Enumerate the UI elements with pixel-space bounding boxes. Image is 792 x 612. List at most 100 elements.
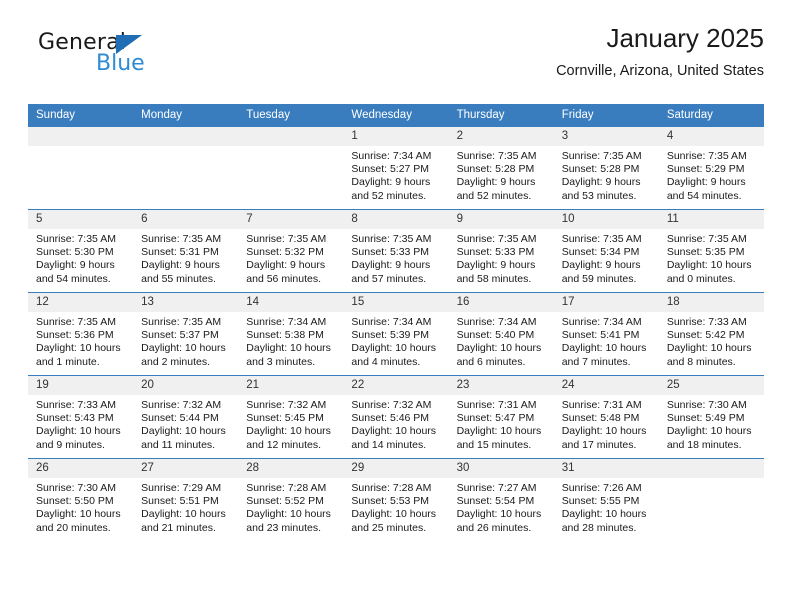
day-cell[interactable]: 23 Sunrise: 7:31 AM Sunset: 5:47 PM Dayl… bbox=[448, 375, 554, 459]
weekday-header-wednesday: Wednesday bbox=[343, 104, 449, 127]
daylight-text-line1: Daylight: 10 hours bbox=[561, 342, 647, 355]
day-cell[interactable]: 11 Sunrise: 7:35 AM Sunset: 5:35 PM Dayl… bbox=[658, 209, 764, 293]
day-number: 8 bbox=[343, 210, 449, 229]
daylight-text-line1: Daylight: 10 hours bbox=[246, 342, 331, 355]
day-cell[interactable]: 5 Sunrise: 7:35 AM Sunset: 5:30 PM Dayli… bbox=[28, 209, 134, 293]
day-number: 17 bbox=[553, 293, 659, 312]
weekday-header-friday: Friday bbox=[553, 104, 659, 127]
day-number: 26 bbox=[28, 459, 134, 478]
daylight-text-line1: Daylight: 9 hours bbox=[456, 259, 536, 272]
day-number: 30 bbox=[448, 459, 554, 478]
day-number: 16 bbox=[448, 293, 554, 312]
day-cell[interactable]: 1 Sunrise: 7:34 AM Sunset: 5:27 PM Dayli… bbox=[343, 126, 449, 210]
day-cell bbox=[133, 126, 239, 210]
general-blue-logo[interactable]: General Blue bbox=[38, 30, 238, 86]
day-cell[interactable]: 30 Sunrise: 7:27 AM Sunset: 5:54 PM Dayl… bbox=[448, 458, 554, 541]
sunset-text: Sunset: 5:53 PM bbox=[351, 495, 430, 508]
sunset-text: Sunset: 5:29 PM bbox=[666, 163, 745, 176]
day-number bbox=[658, 459, 764, 478]
daylight-text-line1: Daylight: 9 hours bbox=[561, 176, 641, 189]
day-cell[interactable]: 24 Sunrise: 7:31 AM Sunset: 5:48 PM Dayl… bbox=[553, 375, 659, 459]
day-cell[interactable]: 8 Sunrise: 7:35 AM Sunset: 5:33 PM Dayli… bbox=[343, 209, 449, 293]
day-details: Sunrise: 7:32 AM Sunset: 5:44 PM Dayligh… bbox=[133, 395, 238, 452]
day-cell[interactable]: 6 Sunrise: 7:35 AM Sunset: 5:31 PM Dayli… bbox=[133, 209, 239, 293]
day-number: 4 bbox=[658, 127, 764, 146]
sunrise-text: Sunrise: 7:31 AM bbox=[456, 399, 537, 411]
daylight-text-line2: and 56 minutes. bbox=[246, 272, 321, 285]
day-details: Sunrise: 7:30 AM Sunset: 5:49 PM Dayligh… bbox=[659, 395, 764, 452]
day-cell[interactable]: 7 Sunrise: 7:35 AM Sunset: 5:32 PM Dayli… bbox=[238, 209, 344, 293]
day-cell[interactable]: 15 Sunrise: 7:34 AM Sunset: 5:39 PM Dayl… bbox=[343, 292, 449, 376]
sunrise-text: Sunrise: 7:28 AM bbox=[351, 482, 432, 494]
sunset-text: Sunset: 5:36 PM bbox=[36, 329, 114, 342]
day-cell[interactable]: 4 Sunrise: 7:35 AM Sunset: 5:29 PM Dayli… bbox=[658, 126, 764, 210]
sunset-text: Sunset: 5:54 PM bbox=[456, 495, 535, 508]
day-cell[interactable]: 29 Sunrise: 7:28 AM Sunset: 5:53 PM Dayl… bbox=[343, 458, 449, 541]
day-cell[interactable]: 20 Sunrise: 7:32 AM Sunset: 5:44 PM Dayl… bbox=[133, 375, 239, 459]
day-cell[interactable]: 31 Sunrise: 7:26 AM Sunset: 5:55 PM Dayl… bbox=[553, 458, 659, 541]
day-number: 18 bbox=[658, 293, 764, 312]
daylight-text-line1: Daylight: 9 hours bbox=[561, 259, 641, 272]
day-cell[interactable]: 3 Sunrise: 7:35 AM Sunset: 5:28 PM Dayli… bbox=[553, 126, 659, 210]
daylight-text-line1: Daylight: 10 hours bbox=[141, 425, 226, 438]
day-cell[interactable]: 12 Sunrise: 7:35 AM Sunset: 5:36 PM Dayl… bbox=[28, 292, 134, 376]
day-number: 14 bbox=[238, 293, 344, 312]
daylight-text-line2: and 15 minutes. bbox=[456, 438, 532, 451]
daylight-text-line2: and 23 minutes. bbox=[246, 521, 321, 534]
day-details: Sunrise: 7:35 AM Sunset: 5:33 PM Dayligh… bbox=[449, 229, 554, 286]
calendar-week-row: 1 Sunrise: 7:34 AM Sunset: 5:27 PM Dayli… bbox=[28, 126, 764, 210]
daylight-text-line1: Daylight: 9 hours bbox=[246, 259, 326, 272]
sunset-text: Sunset: 5:31 PM bbox=[141, 246, 219, 259]
sunrise-text: Sunrise: 7:32 AM bbox=[351, 399, 432, 411]
day-cell[interactable]: 10 Sunrise: 7:35 AM Sunset: 5:34 PM Dayl… bbox=[553, 209, 659, 293]
sunrise-text: Sunrise: 7:34 AM bbox=[456, 316, 537, 328]
day-cell[interactable]: 22 Sunrise: 7:32 AM Sunset: 5:46 PM Dayl… bbox=[343, 375, 449, 459]
sunrise-text: Sunrise: 7:35 AM bbox=[246, 233, 327, 245]
day-details: Sunrise: 7:32 AM Sunset: 5:45 PM Dayligh… bbox=[238, 395, 343, 452]
day-number: 1 bbox=[343, 127, 449, 146]
daylight-text-line1: Daylight: 10 hours bbox=[561, 508, 647, 521]
sunrise-text: Sunrise: 7:35 AM bbox=[456, 233, 537, 245]
day-details: Sunrise: 7:27 AM Sunset: 5:54 PM Dayligh… bbox=[449, 478, 554, 535]
day-cell[interactable]: 19 Sunrise: 7:33 AM Sunset: 5:43 PM Dayl… bbox=[28, 375, 134, 459]
day-cell[interactable]: 2 Sunrise: 7:35 AM Sunset: 5:28 PM Dayli… bbox=[448, 126, 554, 210]
day-number: 21 bbox=[238, 376, 344, 395]
day-cell[interactable]: 27 Sunrise: 7:29 AM Sunset: 5:51 PM Dayl… bbox=[133, 458, 239, 541]
calendar-week-row: 19 Sunrise: 7:33 AM Sunset: 5:43 PM Dayl… bbox=[28, 375, 764, 459]
day-details: Sunrise: 7:31 AM Sunset: 5:48 PM Dayligh… bbox=[554, 395, 659, 452]
day-details: Sunrise: 7:32 AM Sunset: 5:46 PM Dayligh… bbox=[343, 395, 448, 452]
day-cell[interactable]: 25 Sunrise: 7:30 AM Sunset: 5:49 PM Dayl… bbox=[658, 375, 764, 459]
day-cell[interactable]: 26 Sunrise: 7:30 AM Sunset: 5:50 PM Dayl… bbox=[28, 458, 134, 541]
daylight-text-line2: and 17 minutes. bbox=[561, 438, 637, 451]
sunrise-text: Sunrise: 7:35 AM bbox=[561, 150, 642, 162]
day-cell[interactable]: 18 Sunrise: 7:33 AM Sunset: 5:42 PM Dayl… bbox=[658, 292, 764, 376]
day-number: 5 bbox=[28, 210, 134, 229]
day-cell[interactable]: 13 Sunrise: 7:35 AM Sunset: 5:37 PM Dayl… bbox=[133, 292, 239, 376]
sunset-text: Sunset: 5:28 PM bbox=[456, 163, 535, 176]
sunrise-text: Sunrise: 7:35 AM bbox=[456, 150, 537, 162]
sunset-text: Sunset: 5:48 PM bbox=[561, 412, 640, 425]
day-cell[interactable]: 21 Sunrise: 7:32 AM Sunset: 5:45 PM Dayl… bbox=[238, 375, 344, 459]
day-cell[interactable]: 16 Sunrise: 7:34 AM Sunset: 5:40 PM Dayl… bbox=[448, 292, 554, 376]
weekday-header-sunday: Sunday bbox=[28, 104, 134, 127]
day-number: 6 bbox=[133, 210, 239, 229]
daylight-text-line1: Daylight: 10 hours bbox=[351, 425, 437, 438]
day-number: 3 bbox=[553, 127, 659, 146]
daylight-text-line2: and 25 minutes. bbox=[351, 521, 427, 534]
day-number: 29 bbox=[343, 459, 449, 478]
day-cell[interactable]: 14 Sunrise: 7:34 AM Sunset: 5:38 PM Dayl… bbox=[238, 292, 344, 376]
sunrise-text: Sunrise: 7:34 AM bbox=[561, 316, 642, 328]
calendar-body: 1 Sunrise: 7:34 AM Sunset: 5:27 PM Dayli… bbox=[28, 126, 764, 541]
daylight-text-line1: Daylight: 10 hours bbox=[456, 508, 542, 521]
day-cell[interactable]: 28 Sunrise: 7:28 AM Sunset: 5:52 PM Dayl… bbox=[238, 458, 344, 541]
daylight-text-line2: and 6 minutes. bbox=[456, 355, 526, 368]
weekday-header-thursday: Thursday bbox=[448, 104, 554, 127]
day-details: Sunrise: 7:35 AM Sunset: 5:35 PM Dayligh… bbox=[659, 229, 764, 286]
daylight-text-line2: and 55 minutes. bbox=[141, 272, 216, 285]
day-cell[interactable]: 9 Sunrise: 7:35 AM Sunset: 5:33 PM Dayli… bbox=[448, 209, 554, 293]
day-cell bbox=[238, 126, 344, 210]
sunset-text: Sunset: 5:42 PM bbox=[666, 329, 745, 342]
day-cell[interactable]: 17 Sunrise: 7:34 AM Sunset: 5:41 PM Dayl… bbox=[553, 292, 659, 376]
sunset-text: Sunset: 5:30 PM bbox=[36, 246, 114, 259]
daylight-text-line1: Daylight: 10 hours bbox=[561, 425, 647, 438]
